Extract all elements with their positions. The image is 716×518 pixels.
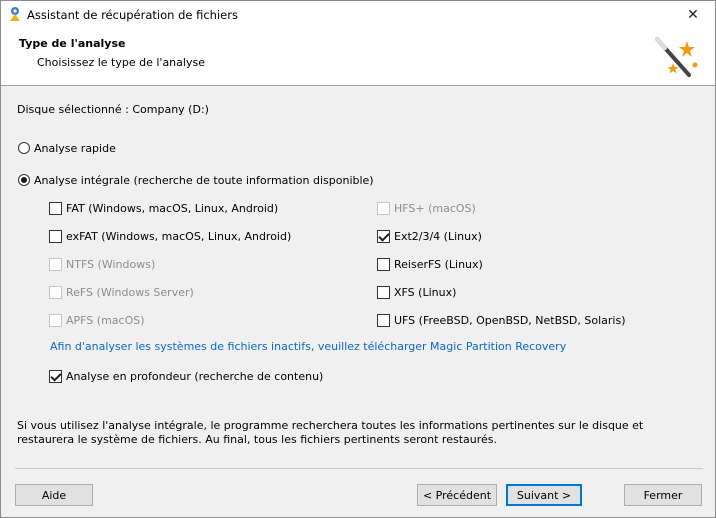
- hfs-label: HFS+ (macOS): [394, 202, 476, 215]
- next-button[interactable]: Suivant >: [506, 484, 582, 506]
- apfs-checkbox: [49, 314, 62, 327]
- ext-label[interactable]: Ext2/3/4 (Linux): [394, 230, 482, 243]
- page-title: Type de l'analyse: [19, 37, 126, 50]
- window-title: Assistant de récupération de fichiers: [27, 8, 238, 22]
- page-subtitle: Choisissez le type de l'analyse: [37, 56, 205, 69]
- selected-disk-label: Disque sélectionné : Company (D:): [17, 103, 209, 116]
- ntfs-checkbox: [49, 258, 62, 271]
- download-partition-recovery-link[interactable]: Afin d'analyser les systèmes de fichiers…: [50, 340, 566, 353]
- hfs-checkbox: [377, 202, 390, 215]
- exfat-checkbox[interactable]: [49, 230, 62, 243]
- wizard-window: Assistant de récupération de fichiers ✕ …: [0, 0, 716, 518]
- magic-wand-icon: [655, 37, 698, 77]
- ufs-label[interactable]: UFS (FreeBSD, OpenBSD, NetBSD, Solaris): [394, 314, 626, 327]
- ufs-checkbox[interactable]: [377, 314, 390, 327]
- info-text: Si vous utilisez l'analyse intégrale, le…: [17, 419, 644, 446]
- deep-scan-label[interactable]: Analyse en profondeur (recherche de cont…: [66, 370, 323, 383]
- xfs-checkbox[interactable]: [377, 286, 390, 299]
- app-icon: [10, 7, 20, 21]
- quick-scan-label[interactable]: Analyse rapide: [34, 142, 116, 155]
- refs-label: ReFS (Windows Server): [66, 286, 194, 299]
- ext-checkbox[interactable]: [377, 230, 390, 243]
- title-bar: Assistant de récupération de fichiers ✕: [1, 1, 715, 29]
- xfs-label[interactable]: XFS (Linux): [394, 286, 456, 299]
- previous-button[interactable]: < Précédent: [417, 484, 497, 506]
- ntfs-label: NTFS (Windows): [66, 258, 156, 271]
- reiserfs-checkbox[interactable]: [377, 258, 390, 271]
- full-scan-radio[interactable]: [18, 174, 30, 186]
- deep-scan-checkbox[interactable]: [49, 370, 62, 383]
- reiserfs-label[interactable]: ReiserFS (Linux): [394, 258, 483, 271]
- wizard-header: Type de l'analyse Choisissez le type de …: [1, 29, 715, 86]
- footer-separator: [15, 468, 703, 469]
- fat-checkbox[interactable]: [49, 202, 62, 215]
- apfs-label: APFS (macOS): [66, 314, 145, 327]
- quick-scan-radio[interactable]: [18, 142, 30, 154]
- exfat-label[interactable]: exFAT (Windows, macOS, Linux, Android): [66, 230, 291, 243]
- close-icon[interactable]: ✕: [671, 1, 715, 29]
- refs-checkbox: [49, 286, 62, 299]
- close-button[interactable]: Fermer: [624, 484, 702, 506]
- fat-label[interactable]: FAT (Windows, macOS, Linux, Android): [66, 202, 278, 215]
- help-button[interactable]: Aide: [15, 484, 93, 506]
- full-scan-label[interactable]: Analyse intégrale (recherche de toute in…: [34, 174, 374, 187]
